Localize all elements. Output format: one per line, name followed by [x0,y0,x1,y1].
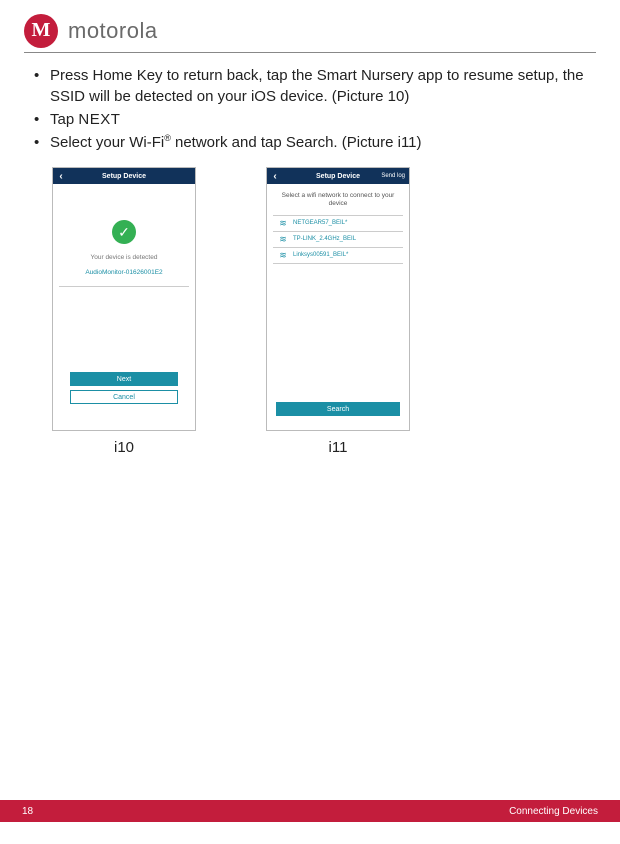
caption-i11: i11 [329,439,348,456]
figures-row: ‹ Setup Device ✓ Your device is detected… [52,167,590,456]
wifi-icon: ≋ [277,234,289,245]
back-icon[interactable]: ‹ [53,171,69,182]
phone-screenshot-1: ‹ Setup Device ✓ Your device is detected… [52,167,196,431]
wifi-instruction: Select a wifi network to connect to your… [273,192,403,209]
phone2-header: ‹ Setup Device Send log [267,168,409,184]
instruction-list: Press Home Key to return back, tap the S… [30,65,590,153]
send-log-link[interactable]: Send log [381,173,405,179]
wifi-icon: ≋ [277,218,289,229]
cancel-button[interactable]: Cancel [70,390,178,404]
bullet-2: Tap NEXT [30,109,590,130]
phone-screenshot-2: ‹ Setup Device Send log Select a wifi ne… [266,167,410,431]
bullet-1-text: Press Home Key to return back, tap the S… [50,67,584,105]
wifi-name-1: TP-LINK_2.4GHz_BEIL [293,236,356,242]
bullet-2-next: NEXT [78,111,120,128]
page: M motorola Press Home Key to return back… [0,0,620,844]
wifi-row[interactable]: ≋ NETGEAR57_BEIL* [273,216,403,232]
bullet-2-prefix: Tap [50,111,78,128]
figure-i11: ‹ Setup Device Send log Select a wifi ne… [266,167,410,456]
wifi-name-2: Linksys00591_BEIL* [293,252,348,258]
wifi-list: ≋ NETGEAR57_BEIL* ≋ TP-LINK_2.4GHz_BEIL … [273,215,403,264]
back-icon[interactable]: ‹ [267,171,283,182]
wifi-row[interactable]: ≋ TP-LINK_2.4GHz_BEIL [273,232,403,248]
bullet-1: Press Home Key to return back, tap the S… [30,65,590,107]
motorola-logo-icon: M [24,14,58,48]
device-id: AudioMonitor-01626001E2 [85,269,162,276]
phone1-header: ‹ Setup Device [53,168,195,184]
content: Press Home Key to return back, tap the S… [24,65,596,456]
header: M motorola [24,14,596,53]
page-number: 18 [22,806,33,817]
phone2-body: Select a wifi network to connect to your… [267,184,409,430]
brand-name: motorola [68,18,158,44]
detected-label: Your device is detected [91,254,158,261]
phone1-title: Setup Device [53,173,195,180]
bullet-3-prefix: Select your Wi-Fi [50,134,164,151]
logo-letter: M [32,19,51,42]
search-button[interactable]: Search [276,402,400,416]
registered-mark: ® [164,133,171,143]
next-button[interactable]: Next [70,372,178,386]
section-title: Connecting Devices [509,806,598,817]
wifi-icon: ≋ [277,250,289,261]
wifi-row[interactable]: ≋ Linksys00591_BEIL* [273,248,403,264]
bullet-3-suffix: network and tap Search. (Picture i11) [171,134,422,151]
footer: 18 Connecting Devices [0,800,620,822]
caption-i10: i10 [114,439,134,456]
wifi-name-0: NETGEAR57_BEIL* [293,220,347,226]
bullet-3: Select your Wi-Fi® network and tap Searc… [30,132,590,153]
divider [59,286,189,287]
figure-i10: ‹ Setup Device ✓ Your device is detected… [52,167,196,456]
success-check-icon: ✓ [112,220,136,244]
phone1-body: ✓ Your device is detected AudioMonitor-0… [53,184,195,430]
